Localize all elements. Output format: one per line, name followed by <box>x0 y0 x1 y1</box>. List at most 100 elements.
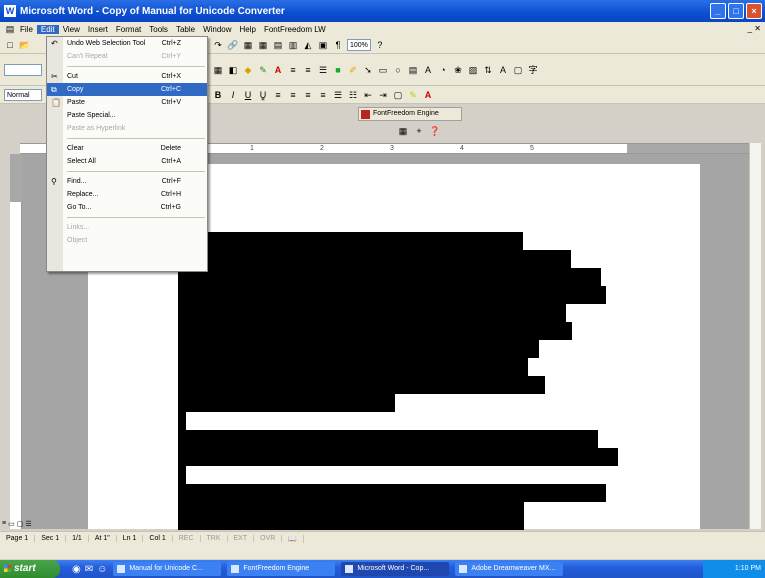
messenger-icon[interactable]: ☺ <box>97 564 107 575</box>
border-icon[interactable]: ▢ <box>392 89 404 101</box>
menu-item-can-t-repeat[interactable]: Can't Repeat Ctrl+Y <box>47 50 207 63</box>
taskbar-item-active[interactable]: Microsoft Word - Cop... <box>341 562 450 576</box>
menu-item-paste[interactable]: 📋 Paste Ctrl+V <box>47 96 207 109</box>
font-style-box[interactable]: Normal <box>4 88 42 101</box>
selected-text-line[interactable] <box>178 448 618 466</box>
menu-fontfreedom[interactable]: FontFreedom LW <box>260 25 330 34</box>
wordart-icon[interactable]: A <box>422 64 434 76</box>
highlight-2-icon[interactable]: ✎ <box>407 89 419 101</box>
menu-item-cut[interactable]: ✂ Cut Ctrl+X <box>47 70 207 83</box>
menu-tools[interactable]: Tools <box>145 25 172 34</box>
textdir-icon[interactable]: ⇅ <box>482 64 494 76</box>
tables-borders-icon[interactable]: ▦ <box>242 39 254 51</box>
increase-indent-icon[interactable]: ⇥ <box>377 89 389 101</box>
mail-icon[interactable]: ✉ <box>85 564 93 575</box>
drawing-icon[interactable]: ◭ <box>302 39 314 51</box>
table-icon[interactable]: ▦ <box>212 64 224 76</box>
columns-icon[interactable]: ▥ <box>287 39 299 51</box>
taskbar-item[interactable]: FontFreedom Engine <box>227 562 336 576</box>
menu-item-object[interactable]: Object <box>47 234 207 247</box>
box-icon[interactable]: ■ <box>332 64 344 76</box>
selected-text-line[interactable] <box>178 340 539 358</box>
normal-view-icon[interactable]: ≡ <box>2 520 6 528</box>
excel-icon[interactable]: ▤ <box>272 39 284 51</box>
selected-text-line[interactable] <box>178 358 528 376</box>
web-view-icon[interactable]: ▭ <box>8 520 15 528</box>
shading-icon[interactable]: ◧ <box>227 64 239 76</box>
selected-text-line[interactable] <box>178 268 601 286</box>
fill-color-icon[interactable]: ◆ <box>242 64 254 76</box>
vertical-scrollbar[interactable] <box>749 143 761 529</box>
selected-text-line[interactable] <box>178 484 606 502</box>
show-hide-icon[interactable]: ¶ <box>332 39 344 51</box>
status-trk[interactable]: TRK <box>201 535 228 542</box>
maximize-button[interactable]: □ <box>728 3 744 19</box>
bold-icon[interactable]: B <box>212 89 224 101</box>
document-close-icon[interactable]: _ ✕ <box>748 24 761 33</box>
status-ext[interactable]: EXT <box>228 535 255 542</box>
font-color-icon[interactable]: A <box>272 64 284 76</box>
print-view-icon[interactable]: ▢ <box>17 520 24 528</box>
selected-text-line[interactable] <box>178 376 545 394</box>
menu-edit[interactable]: Edit <box>36 24 59 34</box>
menu-item-go-to[interactable]: Go To... Ctrl+G <box>47 201 207 214</box>
line-color-icon[interactable]: ✎ <box>257 64 269 76</box>
selected-text-line[interactable] <box>178 232 523 250</box>
engine-plus-icon[interactable]: + <box>413 125 425 137</box>
menu-item-paste-as-hyperlink[interactable]: Paste as Hyperlink <box>47 122 207 135</box>
fontfreedom-engine-toolbar[interactable]: FontFreedom Engine <box>358 107 462 121</box>
new-document-icon[interactable]: □ <box>4 39 16 51</box>
word-app-icon[interactable]: W <box>4 5 16 17</box>
align-left-2-icon[interactable]: ≡ <box>272 89 284 101</box>
spelling-icon[interactable]: 📖 <box>282 534 305 543</box>
outline-view-icon[interactable]: ☰ <box>25 520 31 528</box>
engine-help-icon[interactable]: ❓ <box>429 125 441 137</box>
bullets-icon[interactable]: ☰ <box>332 89 344 101</box>
center-icon[interactable]: ≡ <box>302 64 314 76</box>
highlight-icon[interactable]: ✐ <box>347 64 359 76</box>
menu-item-links[interactable]: Links... <box>47 221 207 234</box>
decrease-indent-icon[interactable]: ⇤ <box>362 89 374 101</box>
style-select[interactable] <box>4 63 42 76</box>
font-size-grow-icon[interactable]: A <box>497 64 509 76</box>
menu-file[interactable]: File <box>16 25 37 34</box>
menu-item-paste-special[interactable]: Paste Special... <box>47 109 207 122</box>
double-underline-icon[interactable]: U̳ <box>257 89 269 101</box>
underline-icon[interactable]: U <box>242 89 254 101</box>
asian-layout-icon[interactable]: 字 <box>527 64 539 76</box>
help-icon[interactable]: ? <box>374 39 386 51</box>
selected-text-line[interactable] <box>178 250 571 268</box>
status-rec[interactable]: REC <box>173 535 201 542</box>
insert-table-icon[interactable]: ▦ <box>257 39 269 51</box>
menu-item-replace[interactable]: Replace... Ctrl+H <box>47 188 207 201</box>
clipart-icon[interactable]: ❀ <box>452 64 464 76</box>
vertical-ruler[interactable] <box>10 154 22 529</box>
numbering-icon[interactable]: ☰ <box>317 64 329 76</box>
textbox-icon[interactable]: ▤ <box>407 64 419 76</box>
menu-item-copy[interactable]: ⧉ Copy Ctrl+C <box>47 83 207 96</box>
justify-icon[interactable]: ≡ <box>317 89 329 101</box>
selected-text-line[interactable] <box>178 466 186 484</box>
align-right-icon[interactable]: ≡ <box>302 89 314 101</box>
diagram-icon[interactable]: ◔ <box>437 64 449 76</box>
menu-table[interactable]: Table <box>172 25 199 34</box>
status-ovr[interactable]: OVR <box>254 535 283 542</box>
redo-toolbar-icon[interactable]: ↷ <box>212 39 224 51</box>
frame-icon[interactable]: ▢ <box>512 64 524 76</box>
browser-icon[interactable]: ◉ <box>72 564 81 575</box>
document-map-icon[interactable]: ▣ <box>317 39 329 51</box>
taskbar-item[interactable]: Adobe Dreamweaver MX... <box>455 562 564 576</box>
menu-window[interactable]: Window <box>199 25 235 34</box>
zoom-select[interactable]: 100% <box>347 38 371 51</box>
arrow-icon[interactable]: ➘ <box>362 64 374 76</box>
selected-text-line[interactable] <box>178 502 524 520</box>
selected-text-line[interactable] <box>178 412 186 430</box>
menu-help[interactable]: Help <box>236 25 260 34</box>
selected-text-line[interactable] <box>178 394 395 412</box>
align-left-icon[interactable]: ≡ <box>287 64 299 76</box>
align-center-2-icon[interactable]: ≡ <box>287 89 299 101</box>
menu-insert[interactable]: Insert <box>84 25 112 34</box>
selected-text-line[interactable] <box>178 322 572 340</box>
start-button[interactable]: start <box>0 560 60 578</box>
taskbar-item[interactable]: Manual for Unicode C... <box>113 562 222 576</box>
